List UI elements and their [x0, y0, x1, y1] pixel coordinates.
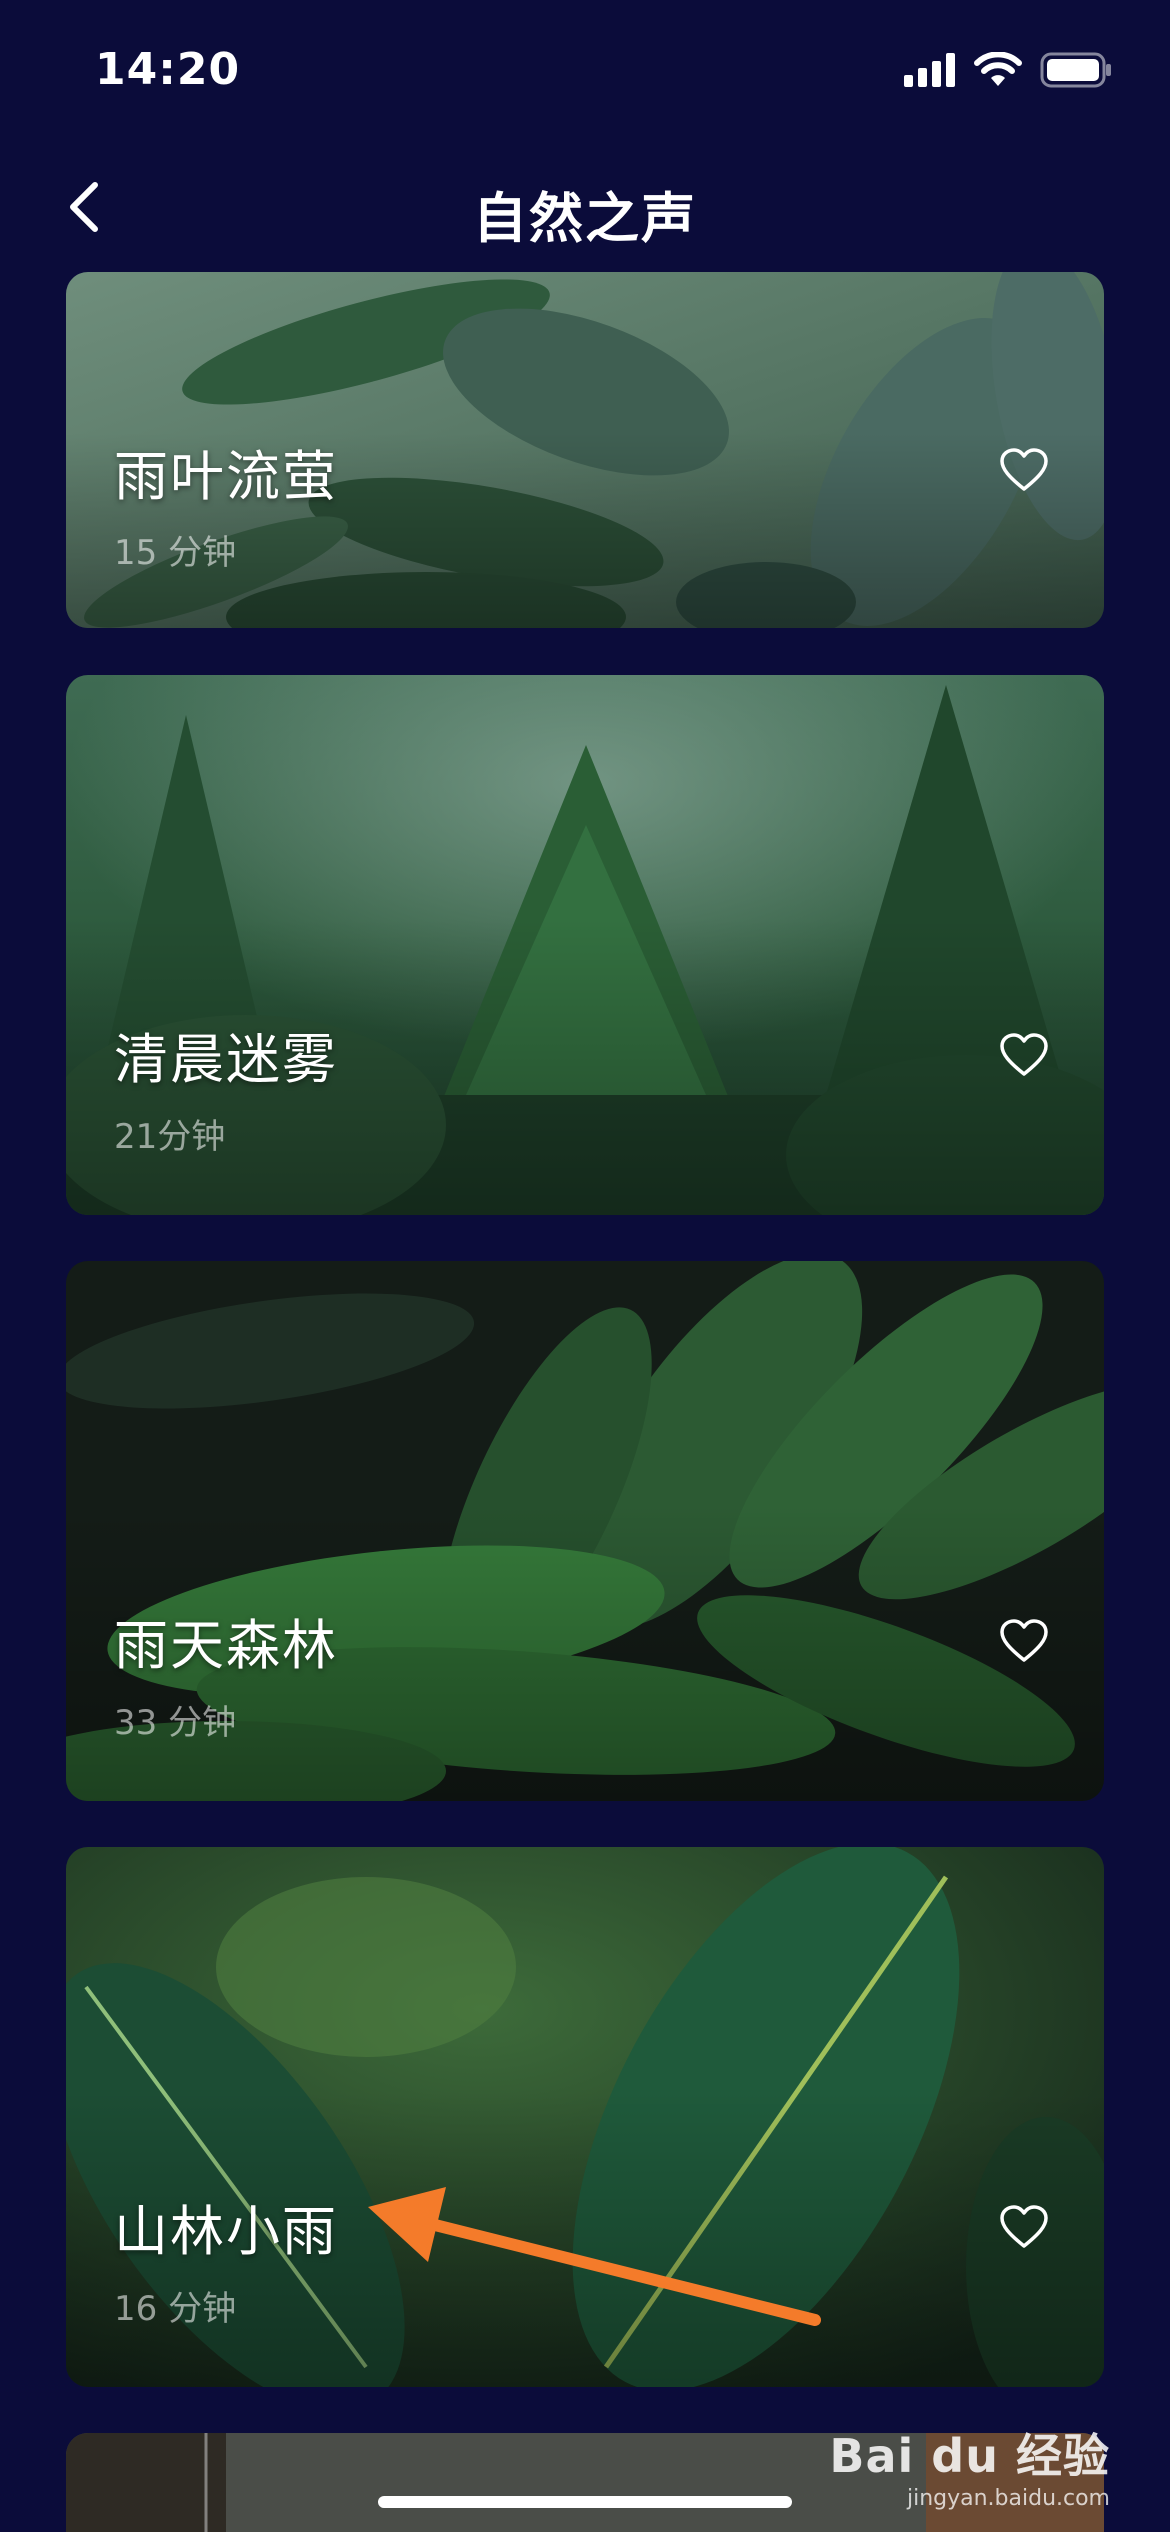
heart-outline-icon: [1000, 1033, 1048, 1076]
favorite-button[interactable]: [994, 1613, 1054, 1669]
watermark-site: jingyan.baidu.com: [906, 2486, 1110, 2511]
favorite-button[interactable]: [994, 1027, 1054, 1083]
favorite-button[interactable]: [994, 442, 1054, 498]
heart-outline-icon: [1000, 1619, 1048, 1662]
card-duration: 15 分钟: [114, 533, 237, 573]
status-icons: [904, 52, 1112, 88]
watermark-brand: Bai du 经验: [829, 2429, 1110, 2483]
watermark: Bai du 经验 jingyan.baidu.com: [829, 2420, 1110, 2511]
card-duration: 33 分钟: [114, 1703, 237, 1743]
home-indicator: [378, 2496, 792, 2508]
card-title: 雨叶流萤: [114, 445, 338, 508]
card-title: 山林小雨: [114, 2200, 338, 2263]
signal-icon: [904, 53, 955, 87]
sound-card-rain-leaves[interactable]: 雨叶流萤 15 分钟: [66, 272, 1104, 628]
status-bar: 14:20: [0, 0, 1170, 150]
heart-outline-icon: [1000, 2205, 1048, 2248]
sound-card-rainy-forest[interactable]: 雨天森林 33 分钟: [66, 1261, 1104, 1801]
favorite-button[interactable]: [994, 2199, 1054, 2255]
status-time: 14:20: [95, 44, 241, 95]
page-title: 自然之声: [473, 187, 697, 250]
battery-icon: [1040, 52, 1111, 88]
heart-outline-icon: [1000, 448, 1048, 491]
card-duration: 16 分钟: [114, 2289, 237, 2329]
card-title: 雨天森林: [114, 1614, 338, 1677]
card-title: 清晨迷雾: [114, 1028, 338, 1091]
sound-card-morning-mist[interactable]: 清晨迷雾 21分钟: [66, 675, 1104, 1215]
card-duration: 21分钟: [114, 1117, 226, 1157]
wifi-icon: [974, 52, 1022, 86]
sound-card-mountain-rain[interactable]: 山林小雨 16 分钟: [66, 1847, 1104, 2387]
nav-bar: 自然之声: [0, 150, 1170, 270]
